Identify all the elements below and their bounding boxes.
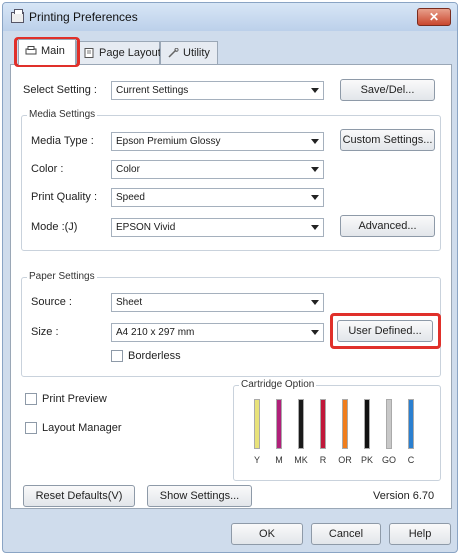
chevron-down-icon — [311, 330, 319, 335]
ink-label-pk: PK — [360, 455, 373, 465]
ink-bar-y — [254, 399, 260, 449]
chevron-down-icon — [311, 195, 319, 200]
size-dropdown[interactable]: A4 210 x 297 mm — [111, 323, 324, 342]
print-quality-dropdown[interactable]: Speed — [111, 188, 324, 207]
chevron-down-icon — [311, 225, 319, 230]
media-type-label: Media Type : — [31, 135, 94, 147]
tab-page-layout[interactable]: Page Layout — [76, 41, 161, 65]
main-tab-panel: Select Setting : Current Settings Save/D… — [10, 64, 452, 509]
close-button[interactable]: ✕ — [417, 8, 451, 26]
ink-bar-c — [408, 399, 414, 449]
page-icon — [84, 48, 94, 58]
ink-label-r: R — [319, 455, 327, 465]
tab-utility[interactable]: Utility — [160, 41, 218, 65]
select-setting-label: Select Setting : — [23, 84, 97, 96]
tab-label: Utility — [183, 47, 210, 59]
borderless-label: Borderless — [128, 350, 181, 362]
ink-label-or: OR — [338, 455, 352, 465]
cartridge-ink-levels: Y M MK R OR PK GO C — [247, 395, 427, 475]
chevron-down-icon — [311, 88, 319, 93]
source-value: Sheet — [116, 297, 143, 308]
chevron-down-icon — [311, 167, 319, 172]
ink-label-y: Y — [253, 455, 260, 465]
tab-label: Page Layout — [99, 47, 161, 59]
layout-manager-checkbox[interactable] — [25, 422, 37, 434]
tab-main[interactable]: Main — [18, 39, 76, 65]
ok-button[interactable]: OK — [231, 523, 303, 545]
chevron-down-icon — [311, 300, 319, 305]
media-type-dropdown[interactable]: Epson Premium Glossy — [111, 132, 324, 151]
select-setting-value: Current Settings — [116, 85, 189, 96]
ink-bar-or — [342, 399, 348, 449]
borderless-checkbox[interactable] — [111, 350, 123, 362]
source-label: Source : — [31, 296, 72, 308]
size-value: A4 210 x 297 mm — [116, 327, 195, 338]
print-quality-label: Print Quality : — [31, 191, 98, 203]
tab-label: Main — [41, 45, 65, 57]
print-preview-checkbox[interactable] — [25, 393, 37, 405]
ink-bar-pk — [364, 399, 370, 449]
ink-label-m: M — [275, 455, 283, 465]
printer-icon — [11, 9, 24, 23]
version-text: Version 6.70 — [373, 490, 435, 502]
size-label: Size : — [31, 326, 59, 338]
source-dropdown[interactable]: Sheet — [111, 293, 324, 312]
ink-bar-go — [386, 399, 392, 449]
printing-preferences-window: Printing Preferences ✕ Main Page Layout … — [2, 2, 458, 553]
print-quality-value: Speed — [116, 192, 145, 203]
ink-label-mk: MK — [294, 455, 308, 465]
cancel-button[interactable]: Cancel — [311, 523, 381, 545]
media-type-value: Epson Premium Glossy — [116, 136, 221, 147]
reset-defaults-button[interactable]: Reset Defaults(V) — [23, 485, 135, 507]
wrench-icon — [168, 48, 179, 58]
cartridge-option-legend: Cartridge Option — [239, 379, 317, 390]
advanced-button[interactable]: Advanced... — [340, 215, 435, 237]
media-settings-legend: Media Settings — [27, 109, 98, 120]
print-preview-label: Print Preview — [42, 393, 107, 405]
custom-settings-button[interactable]: Custom Settings... — [340, 129, 435, 151]
help-button[interactable]: Help — [389, 523, 451, 545]
printer-icon — [25, 46, 37, 55]
layout-manager-label: Layout Manager — [42, 422, 122, 434]
mode-label: Mode :(J) — [31, 221, 78, 233]
ink-label-go: GO — [381, 455, 396, 465]
user-defined-button[interactable]: User Defined... — [337, 320, 433, 342]
ink-bar-mk — [298, 399, 304, 449]
color-label: Color : — [31, 163, 64, 175]
mode-value: EPSON Vivid — [116, 222, 176, 233]
mode-dropdown[interactable]: EPSON Vivid — [111, 218, 324, 237]
window-title: Printing Preferences — [29, 10, 138, 24]
dialog-body: Main Page Layout Utility Select Setting … — [10, 39, 452, 511]
save-del-button[interactable]: Save/Del... — [340, 79, 435, 101]
title-bar: Printing Preferences ✕ — [3, 3, 457, 31]
ink-label-c: C — [407, 455, 415, 465]
ink-bar-m — [276, 399, 282, 449]
show-settings-button[interactable]: Show Settings... — [147, 485, 252, 507]
paper-settings-legend: Paper Settings — [27, 271, 97, 282]
ink-bar-r — [320, 399, 326, 449]
select-setting-dropdown[interactable]: Current Settings — [111, 81, 324, 100]
color-dropdown[interactable]: Color — [111, 160, 324, 179]
color-value: Color — [116, 164, 140, 175]
chevron-down-icon — [311, 139, 319, 144]
